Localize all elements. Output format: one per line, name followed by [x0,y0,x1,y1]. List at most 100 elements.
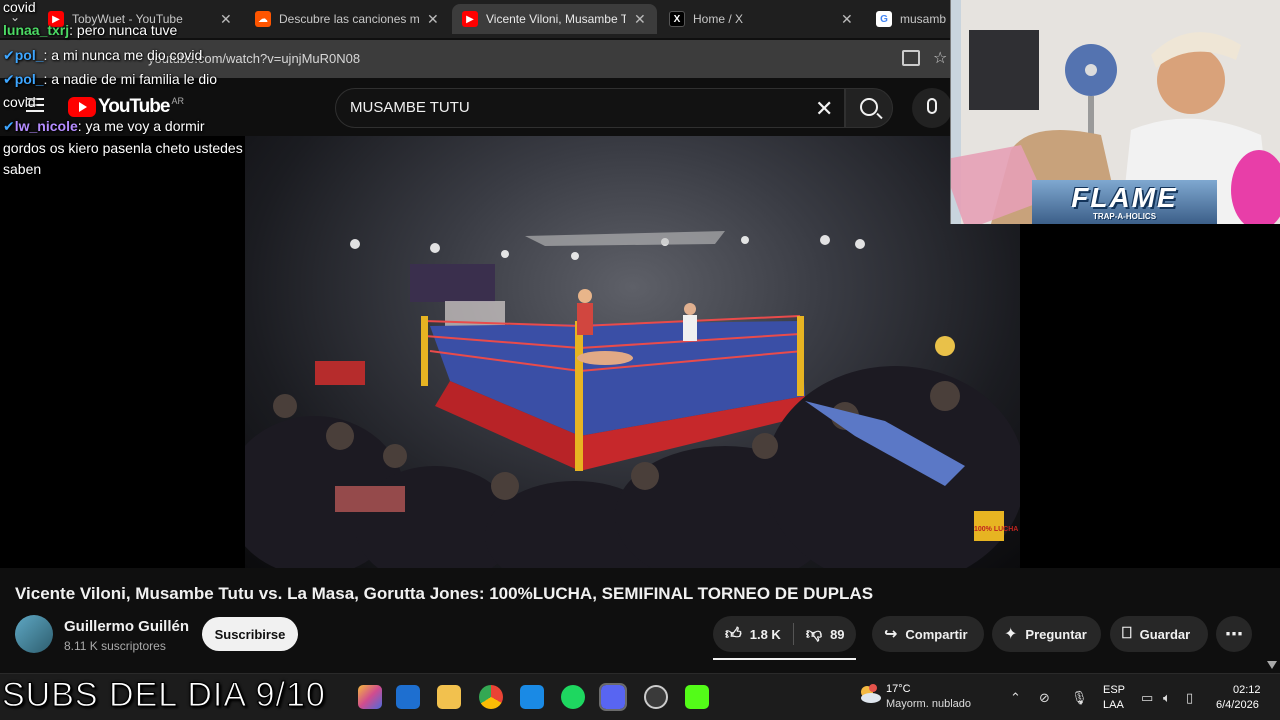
save-label: Guardar [1139,626,1191,642]
google-icon: G [876,11,892,27]
chat-message: gordos os kiero pasenla cheto ustedes [3,137,243,160]
chrome-icon[interactable] [479,685,503,709]
clock-date[interactable]: 6/4/2026 [1216,699,1259,711]
search-button[interactable] [845,88,893,128]
thumbs-down-icon: 👎︎ [805,625,823,643]
chat-text: : a nadie de mi familia le dio [43,71,218,87]
file-explorer-icon[interactable] [437,685,461,709]
tab-label: musambe [900,12,946,26]
tab-label: Home / X [693,12,744,26]
chat-message: covid [3,0,36,19]
search-input[interactable] [350,99,790,116]
video-title: Vicente Viloni, Musambe Tutu vs. La Masa… [15,584,874,603]
wrestler [684,303,696,315]
region-code: AR [171,96,184,106]
chevron-up-icon[interactable]: ⌃ [1010,690,1021,706]
speaker-icon[interactable]: 🔈︎ [1163,690,1171,706]
close-icon[interactable]: ✕ [841,11,853,28]
tab-active-video[interactable]: ▶ Vicente Viloni, Musambe Tu ✕ [452,4,657,34]
share-icon: ↪ [884,626,898,643]
x-icon: X [669,11,685,27]
microphone-icon[interactable]: 🎙︎ [1071,690,1088,706]
share-label: Compartir [905,626,968,642]
like-highlight [713,658,856,660]
tab-x-home[interactable]: X Home / X ✕ [659,4,864,34]
chat-text: : a mi nunca me dio covid [43,47,203,63]
chat-text: saben [3,161,42,177]
thumbs-up-icon: 👍︎ [725,625,742,643]
chat-text: gordos os kiero pasenla cheto ustedes [3,140,243,156]
soundcloud-icon: ☁ [255,11,271,27]
weather-description: Mayorm. nublado [886,698,971,710]
close-icon[interactable]: ✕ [220,11,232,28]
video-watermark: 100% LUCHA [974,526,1018,533]
like-count: 1.8 K [749,626,781,642]
store-icon[interactable] [520,685,544,709]
microphone-icon [927,98,937,114]
video-scene: 100% LUCHA [245,231,1020,568]
wrestler [578,289,592,303]
chat-text: covid [3,0,36,15]
chat-username: pol_ [14,47,44,63]
obs-icon[interactable] [644,685,668,709]
bookmark-icon: ⎕ [1122,625,1132,642]
search-icon [860,98,878,116]
outlook-icon[interactable] [396,685,420,709]
bookmark-star-icon[interactable]: ☆ [933,48,947,68]
avatar[interactable] [15,615,53,653]
weather-temperature: 17°C [886,683,911,695]
flame-logo-banner: FLAME TRAP-A-HOLICS [1032,180,1217,224]
tab-label: Vicente Viloni, Musambe Tu [486,12,626,26]
tab-soundcloud[interactable]: ☁ Descubre las canciones más ✕ [245,4,450,34]
lighting-rig [525,231,725,246]
crowd-banner [315,361,365,385]
flame-logo-subtext: TRAP-A-HOLICS [1092,211,1157,221]
search-box[interactable] [335,88,845,128]
cast-icon[interactable] [902,50,920,66]
wrestler [683,315,697,341]
ask-label: Preguntar [1025,626,1087,642]
verified-icon: ✔ [3,71,15,87]
save-button[interactable]: ⎕ Guardar [1110,616,1208,652]
ring-post-right [797,316,804,396]
subscribe-button[interactable]: Suscribirse [202,617,298,651]
youtube-icon: ▶ [462,11,478,27]
input-layout[interactable]: LAA [1103,699,1124,711]
clear-search-icon[interactable]: ✕ [815,96,833,122]
crowd-sign [335,486,405,512]
scroll-down-arrow-icon[interactable] [1267,661,1277,669]
ask-button[interactable]: ✦ Preguntar [992,616,1101,652]
verified-icon: ✔ [3,118,15,134]
close-icon[interactable]: ✕ [634,11,646,28]
battery-icon[interactable]: ▯ [1186,690,1193,706]
chat-message: lunaa_txrj: pero nunca tuve [3,19,177,42]
input-language[interactable]: ESP [1103,684,1125,696]
channel-name[interactable]: Guillermo Guillén [64,618,189,635]
subs-counter-overlay: SUBS DEL DIA 9/10 [2,676,326,715]
network-off-icon[interactable]: ⊘ [1039,690,1050,706]
chat-message: ✔pol_: a mi nunca me dio covid [3,44,202,67]
more-actions-button[interactable]: ⋯ [1216,616,1252,652]
weather-cloud-icon[interactable] [858,684,882,704]
flame-logo-text: FLAME [1071,181,1178,213]
dislike-button[interactable]: 👎︎ 89 [806,625,845,644]
video-frame[interactable]: 100% LUCHA [245,136,1020,568]
clock-time[interactable]: 02:12 [1233,684,1261,696]
tab-google-search[interactable]: G musambe [866,4,956,34]
ring-post-front [575,321,583,471]
chat-text: : pero nunca tuve [69,22,178,38]
stage-screen [410,264,495,302]
youtube-play-icon [68,97,96,117]
like-button[interactable]: 👍︎ 1.8 K [713,625,781,644]
copilot-icon[interactable] [358,685,382,709]
share-button[interactable]: ↪ Compartir [872,616,984,652]
spotify-icon[interactable] [561,685,585,709]
chat-message: saben [3,158,41,181]
discord-icon[interactable] [599,683,627,711]
close-icon[interactable]: ✕ [427,11,439,28]
voice-search-button[interactable] [912,88,952,128]
monitor-icon[interactable]: ▭ [1141,690,1153,706]
chat-message: covid [3,91,36,114]
subscriber-count: 8.11 K suscriptores [64,639,166,653]
kick-icon[interactable] [685,685,709,709]
